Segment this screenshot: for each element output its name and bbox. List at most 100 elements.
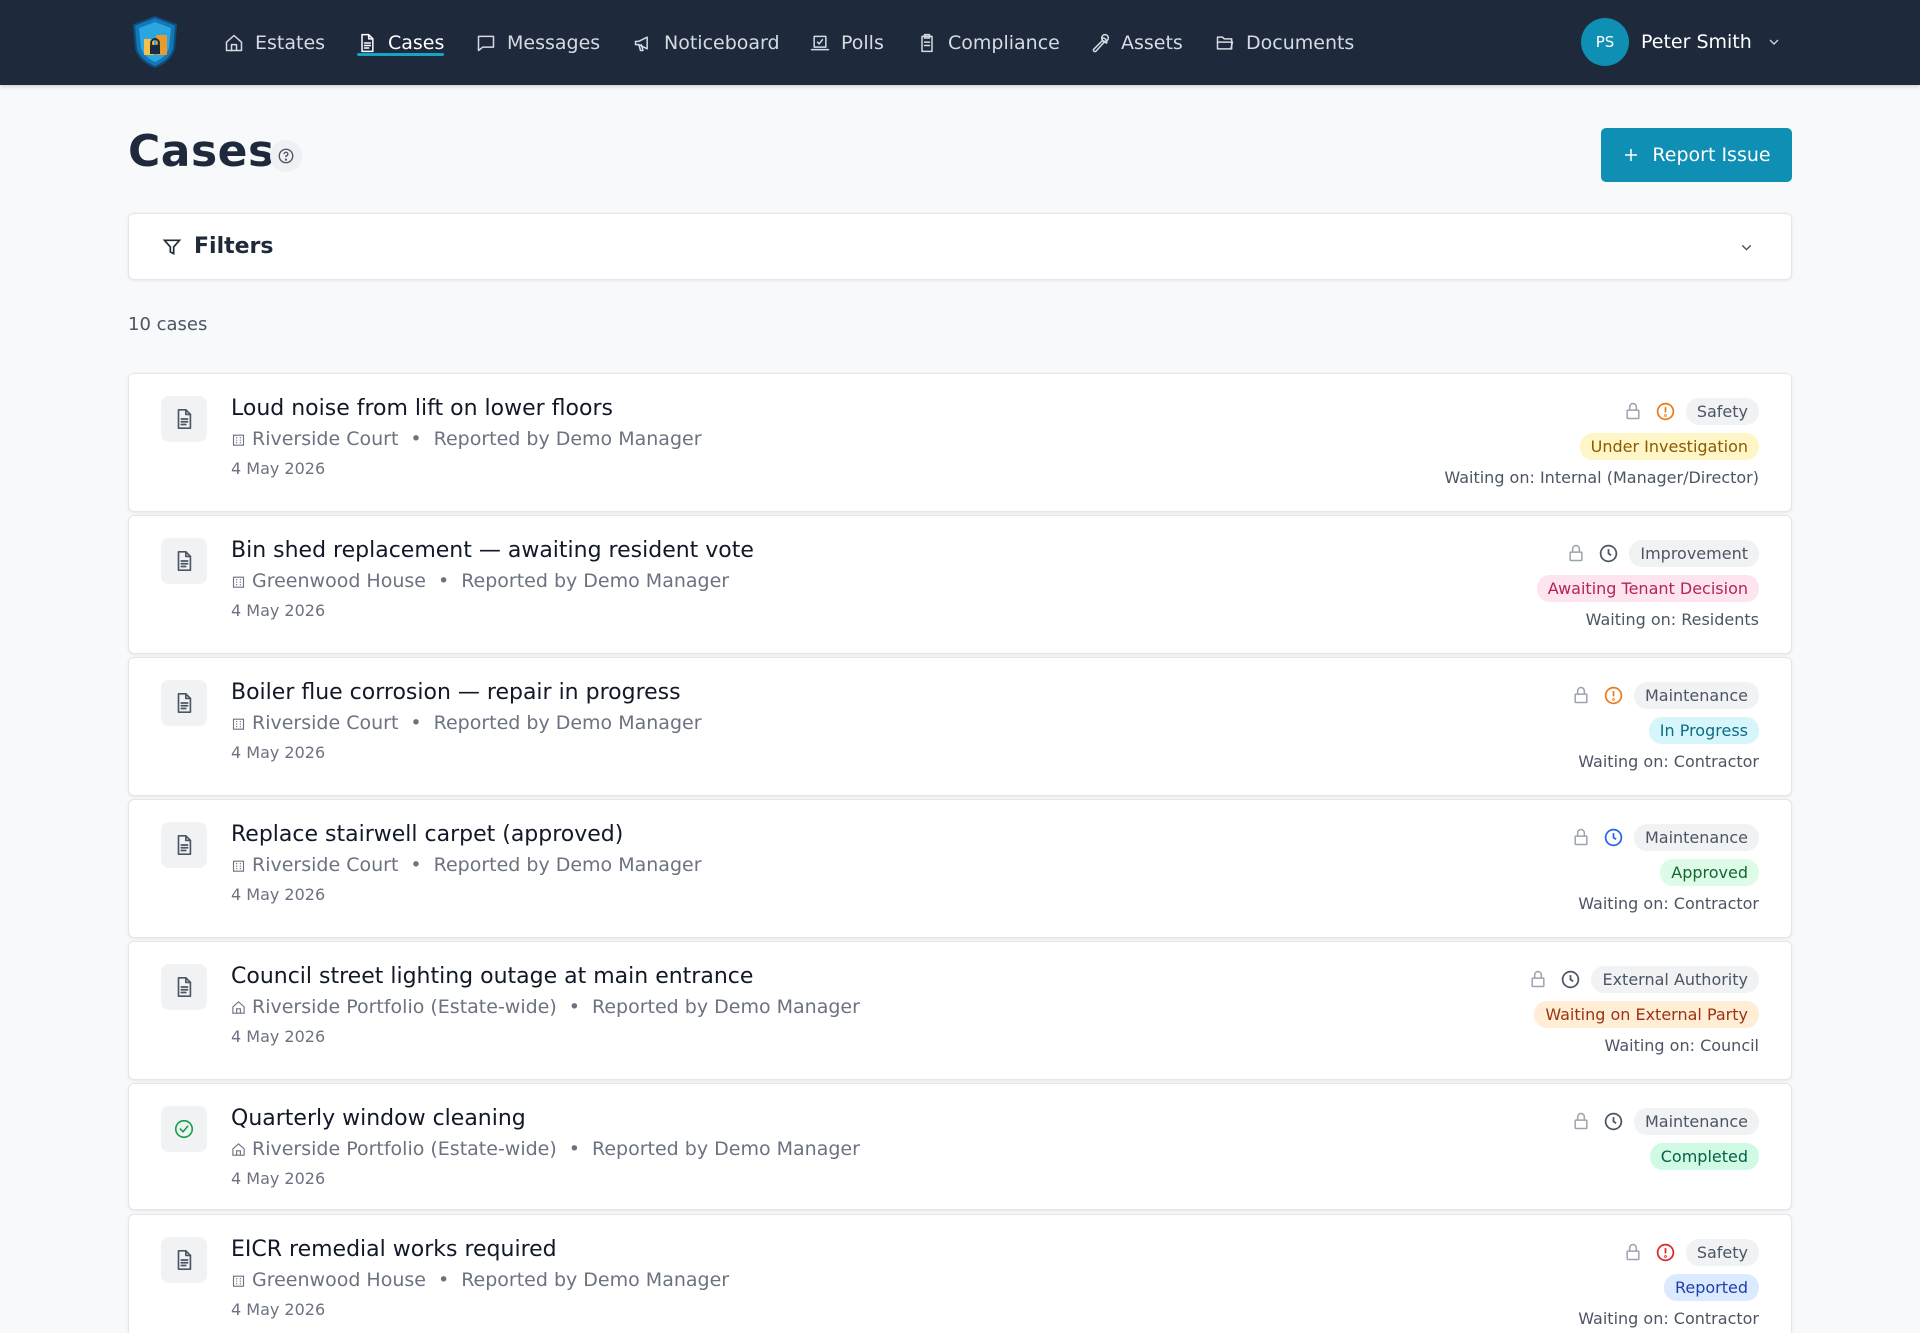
case-meta: Riverside Court • Reported by Demo Manager bbox=[231, 712, 702, 734]
case-reporter: Reported by Demo Manager bbox=[461, 570, 730, 592]
case-date: 4 May 2026 bbox=[231, 885, 326, 904]
case-tags: Improvement bbox=[1566, 538, 1759, 568]
document-icon bbox=[361, 33, 374, 52]
case-card[interactable]: Replace stairwell carpet (approved) River… bbox=[128, 799, 1792, 938]
case-card[interactable]: Boiler flue corrosion — repair in progre… bbox=[128, 657, 1792, 796]
case-status-group: External Authority Waiting on External Pa… bbox=[1528, 964, 1759, 1055]
case-type-badge bbox=[161, 680, 207, 726]
case-type-badge bbox=[161, 396, 207, 442]
case-meta: Riverside Court • Reported by Demo Manager bbox=[231, 428, 702, 450]
meta-separator: • bbox=[568, 996, 580, 1018]
case-title[interactable]: Council street lighting outage at main e… bbox=[231, 964, 753, 989]
help-circle-icon bbox=[278, 148, 294, 164]
case-status-group: Maintenance In Progress Waiting on: Contra… bbox=[1571, 680, 1759, 771]
case-location: Greenwood House bbox=[252, 570, 426, 592]
case-title[interactable]: Loud noise from lift on lower floors bbox=[231, 396, 613, 421]
waiting-on: Waiting on: Council bbox=[1604, 1036, 1759, 1055]
nav-compliance-label: Compliance bbox=[948, 31, 1060, 54]
case-reporter: Reported by Demo Manager bbox=[592, 996, 860, 1018]
case-date: 4 May 2026 bbox=[231, 1300, 326, 1319]
case-count: 10 cases bbox=[128, 314, 208, 335]
document-icon bbox=[177, 1250, 192, 1270]
estate-shield-logo[interactable] bbox=[130, 15, 180, 69]
waiting-on: Waiting on: Contractor bbox=[1578, 1309, 1759, 1328]
case-tags: Maintenance bbox=[1571, 822, 1759, 852]
building-icon bbox=[232, 860, 245, 872]
filter-icon bbox=[162, 239, 182, 256]
category-badge: Safety bbox=[1685, 1238, 1759, 1266]
vote-icon bbox=[810, 35, 830, 50]
meta-separator: • bbox=[410, 854, 422, 876]
nav-documents[interactable]: Documents bbox=[1215, 0, 1354, 85]
category-badge: Maintenance bbox=[1633, 823, 1759, 851]
nav-messages[interactable]: Messages bbox=[476, 0, 600, 85]
case-meta: Riverside Court • Reported by Demo Manager bbox=[231, 854, 702, 876]
case-reporter: Reported by Demo Manager bbox=[592, 1138, 860, 1160]
lock-icon bbox=[1574, 1112, 1588, 1130]
case-card[interactable]: Loud noise from lift on lower floors Rive… bbox=[128, 373, 1792, 512]
case-reporter: Reported by Demo Manager bbox=[433, 712, 702, 734]
building-icon bbox=[232, 576, 245, 588]
case-type-badge bbox=[161, 1106, 207, 1152]
case-location: Riverside Portfolio (Estate-wide) bbox=[252, 996, 557, 1018]
folder-open-icon bbox=[1216, 35, 1234, 50]
clock-icon bbox=[1600, 544, 1618, 562]
meta-separator: • bbox=[410, 712, 422, 734]
case-title[interactable]: Quarterly window cleaning bbox=[231, 1106, 526, 1131]
case-title[interactable]: Bin shed replacement — awaiting resident… bbox=[231, 538, 754, 563]
case-type-badge bbox=[161, 1237, 207, 1283]
lock-icon bbox=[1626, 402, 1640, 420]
clock-icon bbox=[1562, 970, 1580, 988]
case-type-badge bbox=[161, 964, 207, 1010]
filters-panel[interactable]: Filters bbox=[128, 213, 1792, 280]
alert-circle-icon bbox=[1656, 402, 1675, 420]
case-status-group: Safety Reported Waiting on: Contractor bbox=[1578, 1237, 1759, 1328]
filters-label: Filters bbox=[194, 234, 274, 259]
case-location: Riverside Court bbox=[252, 854, 399, 876]
case-card[interactable]: Council street lighting outage at main e… bbox=[128, 941, 1792, 1080]
nav-noticeboard[interactable]: Noticeboard bbox=[633, 0, 780, 85]
plus-icon bbox=[1625, 149, 1638, 161]
waiting-on: Waiting on: Internal (Manager/Director) bbox=[1444, 468, 1759, 487]
case-type-badge bbox=[161, 822, 207, 868]
case-tags: Safety bbox=[1623, 396, 1759, 426]
clock-icon bbox=[1604, 828, 1623, 846]
nav-compliance[interactable]: Compliance bbox=[917, 0, 1060, 85]
case-status-group: Maintenance Completed bbox=[1571, 1106, 1759, 1170]
case-card[interactable]: EICR remedial works required Greenwood Ho… bbox=[128, 1214, 1792, 1333]
case-title[interactable]: Replace stairwell carpet (approved) bbox=[231, 822, 623, 847]
case-tags: External Authority bbox=[1528, 964, 1759, 994]
lock-icon bbox=[1626, 1243, 1640, 1261]
user-menu[interactable]: PS Peter Smith bbox=[1581, 18, 1782, 66]
case-card[interactable]: Bin shed replacement — awaiting resident… bbox=[128, 515, 1792, 654]
case-location: Riverside Court bbox=[252, 428, 399, 450]
case-status-group: Improvement Awaiting Tenant Decision Waiti… bbox=[1536, 538, 1759, 629]
category-badge: Maintenance bbox=[1633, 1107, 1759, 1135]
alert-circle-icon bbox=[1656, 1243, 1675, 1261]
help-button[interactable] bbox=[270, 140, 302, 172]
nav-polls-label: Polls bbox=[841, 31, 884, 54]
case-card[interactable]: Quarterly window cleaning Riverside Portf… bbox=[128, 1083, 1792, 1210]
case-title[interactable]: EICR remedial works required bbox=[231, 1237, 557, 1262]
report-issue-button[interactable]: Report Issue bbox=[1601, 128, 1792, 182]
nav-estates[interactable]: Estates bbox=[224, 0, 325, 85]
case-tags: Maintenance bbox=[1571, 1106, 1759, 1136]
megaphone-icon bbox=[634, 35, 648, 51]
nav-cases[interactable]: Cases bbox=[357, 0, 445, 85]
nav-polls[interactable]: Polls bbox=[810, 0, 884, 85]
status-badge: Reported bbox=[1663, 1274, 1759, 1301]
home-icon bbox=[225, 34, 243, 51]
lock-icon bbox=[1574, 686, 1588, 704]
nav-assets[interactable]: Assets bbox=[1090, 0, 1183, 85]
case-status-group: Safety Under Investigation Waiting on: Int… bbox=[1444, 396, 1759, 487]
case-meta: Riverside Portfolio (Estate-wide) • Report… bbox=[231, 996, 860, 1018]
status-badge: Waiting on External Party bbox=[1534, 1001, 1759, 1028]
case-reporter: Reported by Demo Manager bbox=[433, 428, 702, 450]
avatar: PS bbox=[1581, 18, 1629, 66]
case-title[interactable]: Boiler flue corrosion — repair in progre… bbox=[231, 680, 681, 705]
case-date: 4 May 2026 bbox=[231, 1027, 326, 1046]
status-badge: In Progress bbox=[1648, 717, 1759, 744]
category-badge: Improvement bbox=[1629, 539, 1759, 567]
lock-icon bbox=[1569, 544, 1583, 562]
case-tags: Safety bbox=[1623, 1237, 1759, 1267]
